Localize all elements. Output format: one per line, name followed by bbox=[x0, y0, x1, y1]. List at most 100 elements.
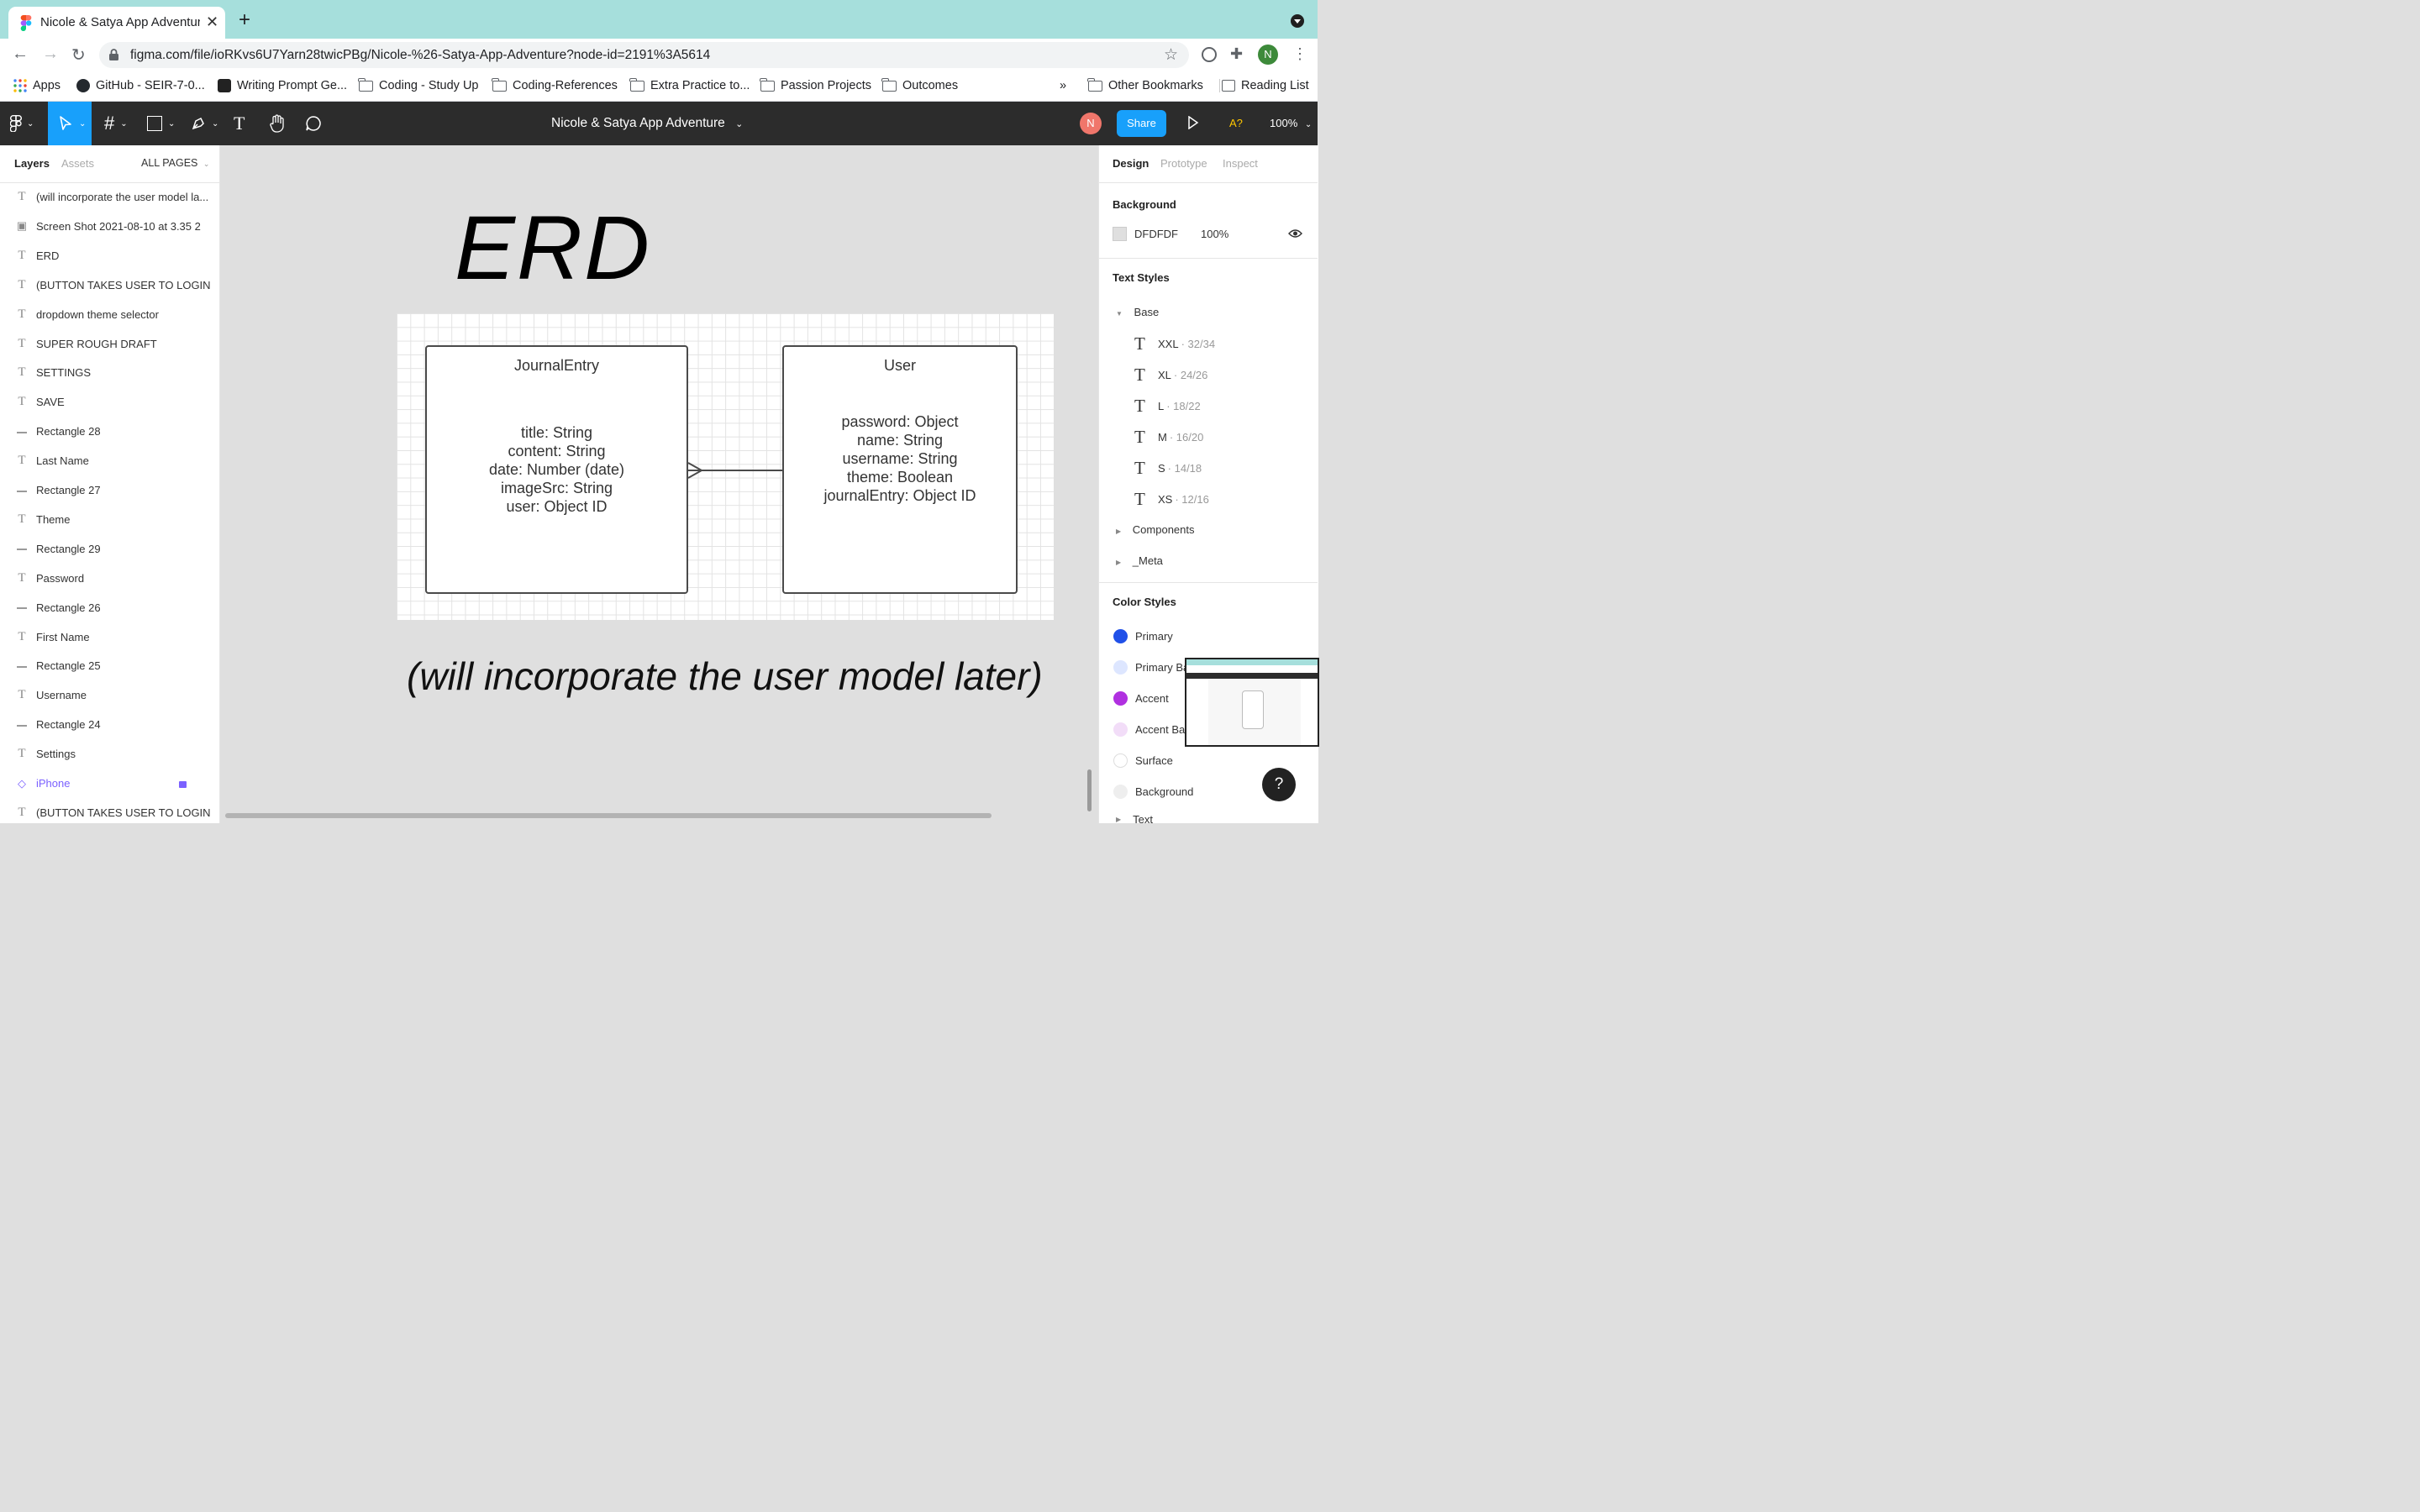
layer-item[interactable]: T First Name bbox=[0, 622, 219, 652]
erd-title-text[interactable]: ERD bbox=[455, 195, 651, 300]
layer-item[interactable]: Rectangle 29 bbox=[0, 534, 219, 564]
color-style-item[interactable]: Background bbox=[1113, 785, 1193, 799]
bookmark-folder-outcomes[interactable]: Outcomes bbox=[881, 77, 958, 92]
text-style-item[interactable]: T XS · 12/16 bbox=[1134, 489, 1209, 510]
bookmark-label: Extra Practice to... bbox=[650, 79, 750, 92]
bookmark-github[interactable]: GitHub - SEIR-7-0... bbox=[76, 79, 205, 92]
note-text[interactable]: (will incorporate the user model later) bbox=[407, 654, 1043, 699]
bookmark-folder-other[interactable]: Other Bookmarks bbox=[1087, 77, 1203, 92]
new-tab-icon[interactable]: + bbox=[239, 10, 250, 30]
color-style-item[interactable]: Surface bbox=[1113, 753, 1173, 768]
bookmark-apps[interactable]: Apps bbox=[13, 79, 60, 92]
pen-tool-button[interactable]: ⌄ bbox=[191, 102, 218, 145]
tab-layers[interactable]: Layers bbox=[14, 157, 50, 170]
lock-icon[interactable] bbox=[179, 781, 187, 788]
background-swatch[interactable] bbox=[1113, 227, 1127, 241]
chevron-down-icon: ⌄ bbox=[79, 118, 87, 129]
layer-item[interactable]: T (will incorporate the user model la... bbox=[0, 182, 219, 212]
tab-assets[interactable]: Assets bbox=[61, 157, 94, 170]
tab-search-icon[interactable] bbox=[1291, 14, 1304, 28]
lock-icon[interactable] bbox=[109, 49, 118, 60]
color-style-item[interactable]: Accent bbox=[1113, 691, 1169, 706]
browser-menu-icon[interactable]: ⋮ bbox=[1292, 45, 1307, 63]
entity-field: username: String bbox=[842, 450, 958, 467]
text-style-item[interactable]: T M · 16/20 bbox=[1134, 427, 1203, 448]
tab-prototype[interactable]: Prototype bbox=[1160, 157, 1207, 170]
present-play-icon[interactable] bbox=[1187, 116, 1199, 129]
browser-tab[interactable]: Nicole & Satya App Adventure ✕ bbox=[8, 7, 225, 39]
background-opacity[interactable]: 100% bbox=[1201, 228, 1228, 240]
text-style-item[interactable]: T L · 18/22 bbox=[1134, 396, 1201, 417]
extensions-puzzle-icon[interactable]: ✚ bbox=[1230, 45, 1243, 63]
bookmark-folder-extra-practice[interactable]: Extra Practice to... bbox=[629, 77, 750, 92]
comment-tool-icon[interactable] bbox=[305, 102, 322, 145]
shape-tool-button[interactable]: ⌄ bbox=[147, 102, 175, 145]
layer-item[interactable]: T SETTINGS bbox=[0, 358, 219, 387]
tab-design[interactable]: Design bbox=[1113, 157, 1149, 170]
layer-item[interactable]: T SAVE bbox=[0, 387, 219, 417]
github-icon bbox=[76, 79, 90, 92]
layer-item[interactable]: Rectangle 27 bbox=[0, 475, 219, 505]
horizontal-scrollbar[interactable] bbox=[225, 813, 992, 818]
text-tool-icon[interactable]: T bbox=[234, 102, 245, 145]
url-text[interactable]: figma.com/file/ioRKvs6U7Yarn28twicPBg/Ni… bbox=[130, 48, 710, 63]
text-style-item[interactable]: T XXL · 32/34 bbox=[1134, 333, 1215, 354]
user-avatar[interactable]: N bbox=[1080, 113, 1102, 134]
file-title-menu[interactable]: Nicole & Satya App Adventure ⌄ bbox=[551, 116, 743, 131]
forward-icon[interactable]: → bbox=[42, 45, 59, 64]
bookmark-writing-prompt[interactable]: Writing Prompt Ge... bbox=[218, 79, 347, 92]
bookmarks-overflow-icon[interactable]: » bbox=[1060, 79, 1066, 92]
share-button[interactable]: Share bbox=[1117, 110, 1166, 137]
hand-tool-icon[interactable] bbox=[269, 102, 286, 145]
vertical-scrollbar[interactable] bbox=[1087, 769, 1092, 811]
color-style-item[interactable]: Accent Ba bbox=[1113, 722, 1185, 737]
main-menu-button[interactable]: ⌄ bbox=[10, 102, 34, 145]
text-color-group[interactable]: ▶ Text bbox=[1116, 813, 1153, 826]
bookmark-folder-coding-references[interactable]: Coding-References bbox=[492, 77, 618, 92]
layer-item[interactable]: ◇ iPhone bbox=[0, 769, 219, 798]
missing-fonts-indicator[interactable]: A? bbox=[1229, 117, 1243, 129]
tab-inspect[interactable]: Inspect bbox=[1223, 157, 1258, 170]
text-style-item[interactable]: T XL · 24/26 bbox=[1134, 365, 1207, 386]
text-style-item[interactable]: T S · 14/18 bbox=[1134, 458, 1202, 479]
help-button[interactable]: ? bbox=[1262, 768, 1296, 801]
layer-item[interactable]: T ERD bbox=[0, 241, 219, 270]
layer-item[interactable]: Rectangle 26 bbox=[0, 593, 219, 622]
color-style-item[interactable]: Primary bbox=[1113, 629, 1173, 643]
layer-item[interactable]: T Username bbox=[0, 680, 219, 710]
extension-icon[interactable] bbox=[1202, 47, 1217, 62]
back-icon[interactable]: ← bbox=[12, 45, 29, 64]
close-tab-icon[interactable]: ✕ bbox=[206, 13, 218, 31]
layer-item[interactable]: Tdropdown theme selector bbox=[0, 300, 219, 329]
components-group[interactable]: ▶ Components bbox=[1116, 523, 1195, 536]
bookmark-folder-coding-study[interactable]: Coding - Study Up bbox=[358, 77, 478, 92]
meta-group[interactable]: ▶ _Meta bbox=[1116, 554, 1163, 567]
zoom-menu[interactable]: 100% ⌄ bbox=[1270, 117, 1312, 129]
layer-item[interactable]: T Password bbox=[0, 564, 219, 593]
layer-item[interactable]: T (BUTTON TAKES USER TO LOGIN ... bbox=[0, 798, 219, 827]
reading-list[interactable]: Reading List bbox=[1219, 79, 1309, 92]
pages-dropdown[interactable]: ALL PAGES ⌄ bbox=[141, 157, 209, 169]
visibility-eye-icon[interactable] bbox=[1288, 228, 1302, 239]
reload-icon[interactable]: ↻ bbox=[71, 45, 86, 66]
color-style-item[interactable]: Primary Ba bbox=[1113, 660, 1189, 675]
background-hex[interactable]: DFDFDF bbox=[1134, 228, 1178, 240]
layer-item[interactable]: Rectangle 28 bbox=[0, 417, 219, 446]
layer-item[interactable]: Rectangle 24 bbox=[0, 710, 219, 739]
layer-item[interactable]: Rectangle 25 bbox=[0, 651, 219, 680]
layer-name: Theme bbox=[36, 512, 71, 526]
base-group[interactable]: ▼ Base bbox=[1116, 306, 1159, 318]
bookmark-star-icon[interactable]: ☆ bbox=[1164, 45, 1178, 65]
bookmark-folder-passion-projects[interactable]: Passion Projects bbox=[760, 77, 871, 92]
screenshot-thumbnail[interactable] bbox=[1185, 658, 1319, 747]
layer-item[interactable]: T Theme bbox=[0, 505, 219, 534]
layer-item[interactable]: ▣ Screen Shot 2021-08-10 at 3.35 2 bbox=[0, 212, 219, 241]
image-layer-icon: ▣ bbox=[16, 219, 28, 233]
layer-item[interactable]: T SUPER ROUGH DRAFT bbox=[0, 329, 219, 359]
layer-item[interactable]: T Last Name bbox=[0, 446, 219, 475]
move-tool-button[interactable]: ⌄ bbox=[59, 102, 86, 145]
frame-tool-button[interactable]: # ⌄ bbox=[104, 102, 128, 145]
layer-item[interactable]: T (BUTTON TAKES USER TO LOGIN ... bbox=[0, 270, 219, 300]
layer-item[interactable]: T Settings bbox=[0, 739, 219, 769]
browser-profile-avatar[interactable]: N bbox=[1258, 45, 1278, 65]
